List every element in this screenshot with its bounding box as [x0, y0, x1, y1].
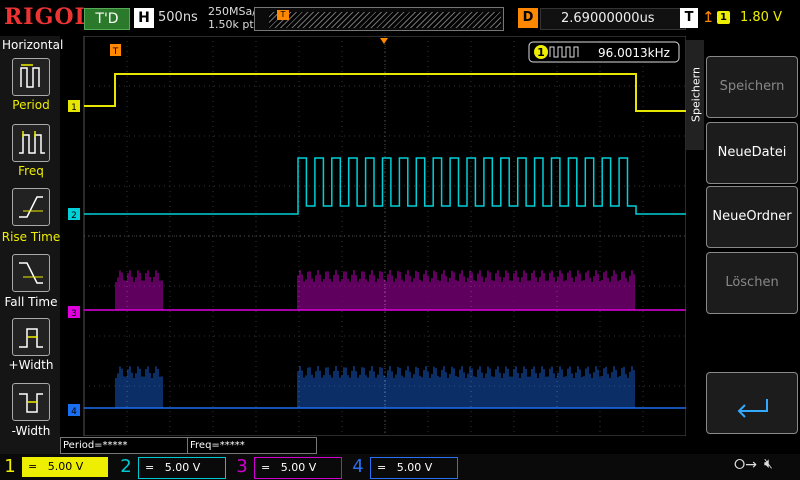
memory-overview-bar: T [254, 7, 504, 31]
channel-1-status[interactable]: 1 = 5.00 V [0, 455, 112, 479]
waveform-traces: 1 2 3 4 [68, 73, 686, 417]
measure-value: 96.0013kHz [598, 46, 670, 60]
channel-2-box: = 5.00 V [138, 457, 226, 479]
rise-time-button[interactable] [12, 188, 50, 226]
period-icon [20, 64, 40, 88]
negative-width-icon [19, 393, 43, 413]
trigger-position-top-marker [380, 38, 388, 44]
horizontal-delay-value[interactable]: 2.69000000us [540, 8, 686, 30]
period-button[interactable] [12, 58, 50, 96]
timebase-badge: H [134, 8, 154, 28]
fall-time-button[interactable] [12, 254, 50, 292]
rise-time-icon [19, 196, 43, 218]
svg-text:T: T [112, 47, 119, 57]
new-folder-button[interactable]: NeueOrdner [706, 186, 798, 248]
freq-button[interactable] [12, 124, 50, 162]
menu-tab: Speichern [686, 40, 704, 150]
timebase-value[interactable]: 500ns [158, 10, 198, 25]
channel-2-scale: 5.00 V [164, 461, 201, 474]
channel-3-box: = 5.00 V [254, 457, 342, 479]
fall-time-label: Fall Time [4, 295, 58, 309]
svg-text:4: 4 [71, 407, 77, 417]
measurement-readout: 1 96.0013kHz [528, 41, 680, 63]
rigol-logo: RIGOL [4, 4, 91, 30]
speaker-muted-icon[interactable]: 🔇︎ [764, 456, 773, 472]
svg-text:3: 3 [71, 309, 77, 319]
channel-2-ground-marker: 2 [68, 208, 80, 221]
svg-text:2: 2 [71, 211, 77, 221]
positive-width-icon [19, 328, 43, 348]
waveform-overview [269, 12, 501, 28]
channel-2-number: 2 [120, 456, 132, 477]
channel-4-coupling: = [377, 461, 387, 474]
memory-depth: 1.50k pts [208, 18, 260, 31]
trigger-badge: T [680, 8, 698, 28]
freq-label: Freq [18, 164, 44, 178]
usb-icon: ⭘→ [734, 457, 757, 473]
new-file-button[interactable]: NeueDatei [706, 122, 798, 184]
waveform-display[interactable]: 1 2 3 4 1 96.0013kHz T [60, 36, 686, 436]
channel-1-ground-marker: 1 [68, 100, 80, 113]
channel-1-scale: 5.00 V [47, 460, 84, 473]
positive-width-label: +Width [8, 358, 54, 372]
trigger-status-badge: T'D [84, 8, 130, 30]
channel-4-status[interactable]: 4 = 5.00 V [348, 455, 460, 479]
menu-tab-label: Speichern [689, 67, 703, 122]
channel-2-status[interactable]: 2 = 5.00 V [116, 455, 228, 479]
trigger-source-badge: 1 [717, 11, 730, 24]
channel-4-ground-marker: 4 [68, 404, 80, 417]
negative-width-label: -Width [11, 424, 51, 438]
delete-button[interactable]: Löschen [706, 252, 798, 314]
delay-badge: D [518, 8, 538, 28]
channel-3-status[interactable]: 3 = 5.00 V [232, 455, 344, 479]
freq-readout: Freq=***** [187, 437, 317, 454]
channel-3-ground-marker: 3 [68, 306, 80, 319]
rising-edge-icon: ↥ [702, 8, 715, 26]
menu-title: Horizontal [2, 38, 64, 52]
save-button[interactable]: Speichern [706, 56, 798, 118]
enter-button[interactable] [706, 372, 798, 434]
channel-2-coupling: = [145, 461, 155, 474]
trigger-level-value[interactable]: 1.80 V [740, 10, 782, 25]
fall-time-icon [19, 262, 43, 284]
enter-return-icon [737, 399, 768, 418]
channel-3-scale: 5.00 V [280, 461, 317, 474]
channel-1-number: 1 [4, 456, 16, 477]
frequency-icon [19, 131, 45, 154]
channel-4-scale: 5.00 V [396, 461, 433, 474]
channel-3-number: 3 [236, 456, 248, 477]
channel-1-coupling: = [28, 460, 38, 473]
measure-channel: 1 [537, 46, 545, 59]
channel-1-box: = 5.00 V [22, 457, 108, 477]
period-label: Period [12, 98, 50, 112]
trigger-position-marker: T [277, 10, 289, 20]
trigger-indicator-ch1: T [110, 44, 121, 57]
positive-width-button[interactable] [12, 318, 50, 356]
period-readout: Period=***** [60, 437, 188, 454]
negative-width-button[interactable] [12, 383, 50, 421]
channel-4-box: = 5.00 V [370, 457, 458, 479]
svg-text:1: 1 [71, 103, 77, 113]
rise-time-label: Rise Time [1, 230, 61, 244]
channel-3-coupling: = [261, 461, 271, 474]
channel-4-number: 4 [352, 456, 364, 477]
